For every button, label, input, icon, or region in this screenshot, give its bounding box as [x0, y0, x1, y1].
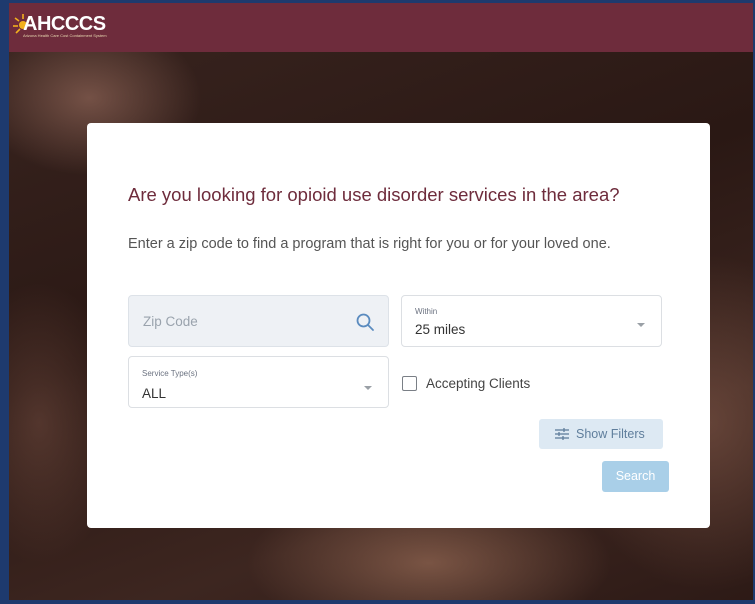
search-card: Are you looking for opioid use disorder …	[87, 123, 710, 528]
sliders-icon	[555, 428, 569, 440]
within-distance-select[interactable]: Within 25 miles	[401, 295, 662, 347]
ahcccs-logo[interactable]: AHCCCS Arizona Health Care Cost Containm…	[13, 9, 133, 41]
search-button-label: Search	[615, 469, 656, 483]
chevron-down-icon	[364, 386, 372, 390]
show-filters-button[interactable]: Show Filters	[539, 419, 663, 449]
search-button[interactable]: Search	[602, 461, 669, 492]
logo-tagline: Arizona Health Care Cost Containment Sys…	[23, 33, 107, 38]
accepting-clients-checkbox[interactable]	[402, 376, 417, 391]
page-subtitle: Enter a zip code to find a program that …	[128, 236, 611, 252]
zip-code-placeholder: Zip Code	[143, 314, 198, 329]
service-type-select[interactable]: Service Type(s) ALL	[128, 356, 389, 408]
chevron-down-icon	[637, 323, 645, 327]
page-background: AHCCCS Arizona Health Care Cost Containm…	[9, 3, 753, 600]
header-bar: AHCCCS Arizona Health Care Cost Containm…	[9, 3, 753, 52]
search-icon[interactable]	[355, 312, 375, 332]
within-value: 25 miles	[415, 322, 466, 337]
within-label: Within	[415, 307, 438, 316]
show-filters-label: Show Filters	[576, 427, 645, 441]
page-title: Are you looking for opioid use disorder …	[128, 184, 620, 205]
service-type-label: Service Type(s)	[142, 369, 198, 378]
zip-code-input[interactable]: Zip Code	[128, 295, 389, 347]
service-type-value: ALL	[142, 386, 167, 401]
accepting-clients-label[interactable]: Accepting Clients	[426, 376, 530, 391]
